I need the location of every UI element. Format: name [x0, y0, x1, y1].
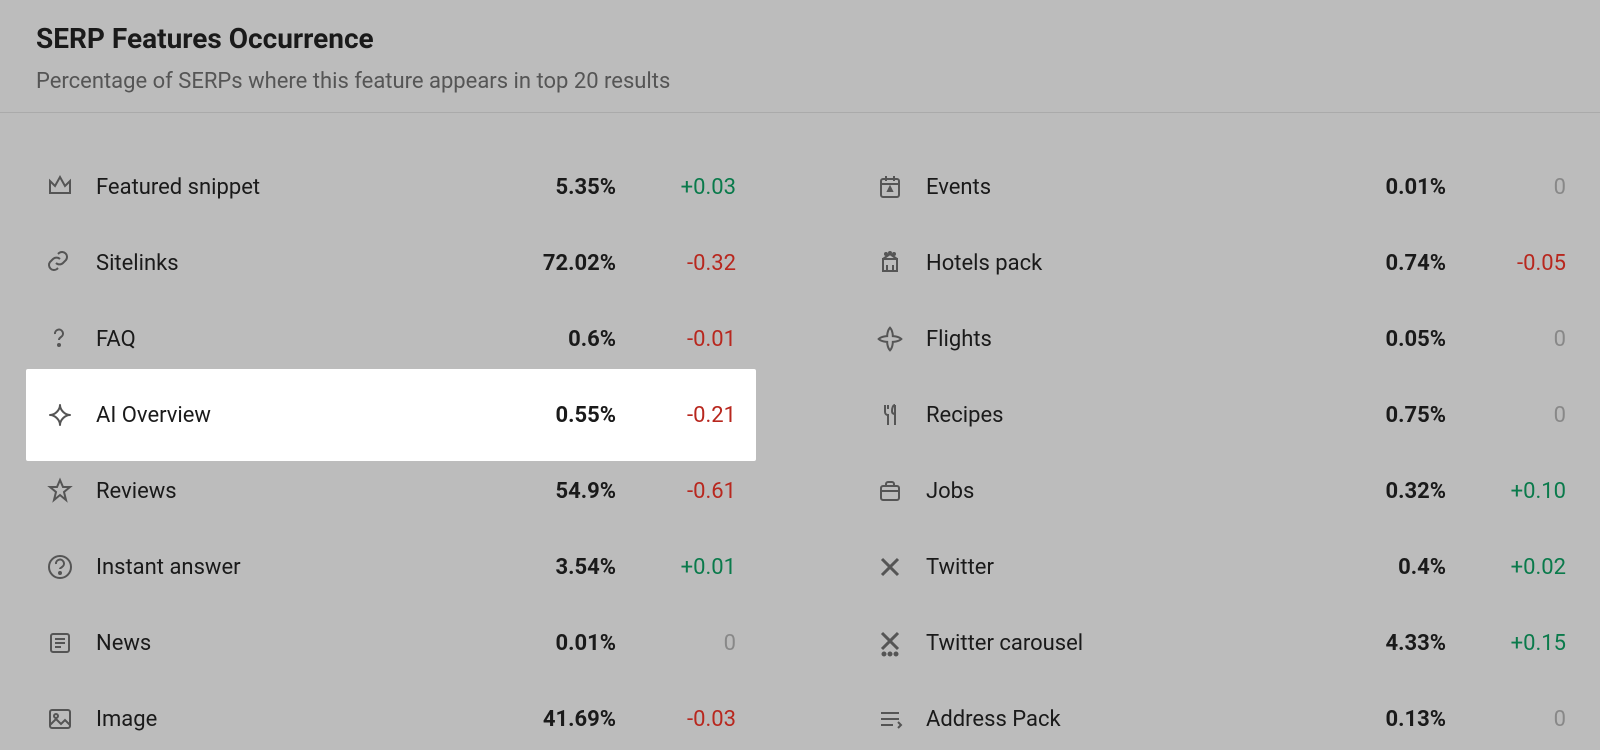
feature-percent: 72.02%	[486, 251, 616, 276]
feature-row[interactable]: FAQ0.6%-0.01	[36, 301, 746, 377]
feature-delta: -0.61	[616, 479, 736, 504]
panel-title: SERP Features Occurrence	[36, 22, 1564, 55]
feature-percent: 0.13%	[1316, 707, 1446, 732]
panel-subtitle: Percentage of SERPs where this feature a…	[36, 69, 1564, 94]
feature-row[interactable]: News0.01%0	[36, 605, 746, 681]
feature-row[interactable]: Featured snippet5.35%+0.03	[36, 149, 746, 225]
feature-percent: 41.69%	[486, 707, 616, 732]
news-icon	[46, 628, 80, 658]
feature-label: Sitelinks	[80, 251, 486, 276]
feature-row[interactable]: Address Pack0.13%0	[866, 681, 1576, 750]
crown-icon	[46, 172, 80, 202]
feature-delta: 0	[1446, 707, 1566, 732]
feature-row[interactable]: Jobs0.32%+0.10	[866, 453, 1576, 529]
feature-row[interactable]: Flights0.05%0	[866, 301, 1576, 377]
star-icon	[46, 476, 80, 506]
feature-row[interactable]: Reviews54.9%-0.61	[36, 453, 746, 529]
feature-delta: -0.03	[616, 707, 736, 732]
feature-label: Featured snippet	[80, 175, 486, 200]
panel-header: SERP Features Occurrence Percentage of S…	[0, 0, 1600, 113]
feature-percent: 54.9%	[486, 479, 616, 504]
feature-percent: 0.05%	[1316, 327, 1446, 352]
feature-row[interactable]: Twitter carousel4.33%+0.15	[866, 605, 1576, 681]
feature-delta: +0.03	[616, 175, 736, 200]
feature-label: Flights	[910, 327, 1316, 352]
feature-row[interactable]: Sitelinks72.02%-0.32	[36, 225, 746, 301]
feature-delta: 0	[1446, 175, 1566, 200]
feature-label: Events	[910, 175, 1316, 200]
feature-label: Jobs	[910, 479, 1316, 504]
feature-row[interactable]: Twitter0.4%+0.02	[866, 529, 1576, 605]
feature-label: Hotels pack	[910, 251, 1316, 276]
feature-delta: +0.02	[1446, 555, 1566, 580]
feature-percent: 0.4%	[1316, 555, 1446, 580]
feature-row[interactable]: Recipes0.75%0	[866, 377, 1576, 453]
feature-label: Twitter carousel	[910, 631, 1316, 656]
feature-percent: 4.33%	[1316, 631, 1446, 656]
twitter-icon	[876, 552, 910, 582]
feature-percent: 0.75%	[1316, 403, 1446, 428]
feature-percent: 0.01%	[486, 631, 616, 656]
hotel-icon	[876, 248, 910, 278]
twitter-carousel-icon	[876, 628, 910, 658]
feature-label: News	[80, 631, 486, 656]
feature-percent: 0.01%	[1316, 175, 1446, 200]
feature-delta: -0.32	[616, 251, 736, 276]
address-list-icon	[876, 704, 910, 734]
feature-delta: 0	[1446, 403, 1566, 428]
feature-label: Image	[80, 707, 486, 732]
feature-columns: Featured snippet5.35%+0.03Sitelinks72.02…	[0, 113, 1600, 750]
feature-label: Twitter	[910, 555, 1316, 580]
feature-percent: 0.55%	[486, 403, 616, 428]
feature-row[interactable]: Instant answer3.54%+0.01	[36, 529, 746, 605]
feature-label: Address Pack	[910, 707, 1316, 732]
feature-percent: 3.54%	[486, 555, 616, 580]
feature-delta: 0	[616, 631, 736, 656]
feature-delta: +0.15	[1446, 631, 1566, 656]
fork-knife-icon	[876, 400, 910, 430]
feature-delta: -0.01	[616, 327, 736, 352]
feature-column-right: Events0.01%0Hotels pack0.74%-0.05Flights…	[866, 149, 1576, 750]
feature-delta: -0.05	[1446, 251, 1566, 276]
calendar-icon	[876, 172, 910, 202]
question-icon	[46, 324, 80, 354]
feature-percent: 0.6%	[486, 327, 616, 352]
feature-row[interactable]: Events0.01%0	[866, 149, 1576, 225]
feature-label: Recipes	[910, 403, 1316, 428]
image-icon	[46, 704, 80, 734]
feature-label: Reviews	[80, 479, 486, 504]
feature-percent: 5.35%	[486, 175, 616, 200]
feature-delta: +0.01	[616, 555, 736, 580]
feature-label: AI Overview	[80, 403, 486, 428]
plane-icon	[876, 324, 910, 354]
feature-delta: 0	[1446, 327, 1566, 352]
feature-column-left: Featured snippet5.35%+0.03Sitelinks72.02…	[36, 149, 746, 750]
question-circle-icon	[46, 552, 80, 582]
feature-percent: 0.74%	[1316, 251, 1446, 276]
feature-label: Instant answer	[80, 555, 486, 580]
link-icon	[46, 248, 80, 278]
sparkle-icon	[46, 400, 80, 430]
feature-row[interactable]: Hotels pack0.74%-0.05	[866, 225, 1576, 301]
briefcase-icon	[876, 476, 910, 506]
feature-row[interactable]: Image41.69%-0.03	[36, 681, 746, 750]
feature-percent: 0.32%	[1316, 479, 1446, 504]
feature-delta: -0.21	[616, 403, 736, 428]
feature-row[interactable]: AI Overview0.55%-0.21	[26, 369, 756, 461]
feature-delta: +0.10	[1446, 479, 1566, 504]
feature-label: FAQ	[80, 327, 486, 352]
